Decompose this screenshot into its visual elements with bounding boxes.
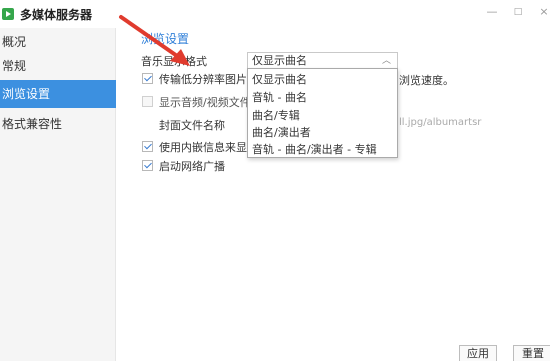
cover-filename-field[interactable]: ll.jpg/albumartsr xyxy=(399,117,481,128)
reset-button[interactable]: 重置 xyxy=(513,345,550,361)
sidebar-item-general[interactable]: 常规 xyxy=(0,52,116,80)
app-icon xyxy=(2,8,14,20)
broadcast-label: 启动网络广播 xyxy=(159,160,225,173)
sidebar-item-format-compatibility[interactable]: 格式兼容性 xyxy=(0,110,116,138)
embedded-info-checkbox[interactable] xyxy=(142,141,153,152)
dropdown-option[interactable]: 音轨 - 曲名 xyxy=(252,89,307,105)
broadcast-checkbox[interactable] xyxy=(142,160,153,171)
select-value: 仅显示曲名 xyxy=(252,54,307,67)
dropdown-option[interactable]: 仅显示曲名 xyxy=(252,71,307,87)
sidebar-item-browse-settings[interactable]: 浏览设置 xyxy=(0,80,116,108)
dropdown-option[interactable]: 音轨 - 曲名/演出者 - 专辑 xyxy=(252,141,377,157)
music-format-select[interactable]: 仅显示曲名 ︿ xyxy=(247,52,398,69)
app-title: 多媒体服务器 xyxy=(20,8,93,22)
sidebar: 概况 常规 浏览设置 格式兼容性 xyxy=(0,28,116,361)
maximize-icon[interactable]: □ xyxy=(510,4,526,20)
low-res-checkbox[interactable] xyxy=(142,73,153,84)
dropdown-option[interactable]: 曲名/演出者 xyxy=(252,124,311,140)
cover-filename-label: 封面文件名称 xyxy=(159,119,225,132)
show-av-label: 显示音频/视频文件 xyxy=(159,96,251,109)
chevron-up-icon: ︿ xyxy=(381,56,391,66)
music-format-dropdown: 仅显示曲名 音轨 - 曲名 曲名/专辑 曲名/演出者 音轨 - 曲名/演出者 -… xyxy=(247,68,398,158)
apply-button[interactable]: 应用 xyxy=(459,345,497,361)
dropdown-option[interactable]: 曲名/专辑 xyxy=(252,107,300,123)
show-av-checkbox[interactable] xyxy=(142,96,153,107)
low-res-suffix: 浏览速度。 xyxy=(399,74,454,87)
red-arrow-annotation xyxy=(119,15,190,66)
embedded-info-label: 使用内嵌信息来显 xyxy=(159,141,247,154)
minimize-icon[interactable]: — xyxy=(484,4,500,20)
close-icon[interactable]: × xyxy=(536,4,550,20)
title-bar: 多媒体服务器 — □ × xyxy=(0,0,550,28)
